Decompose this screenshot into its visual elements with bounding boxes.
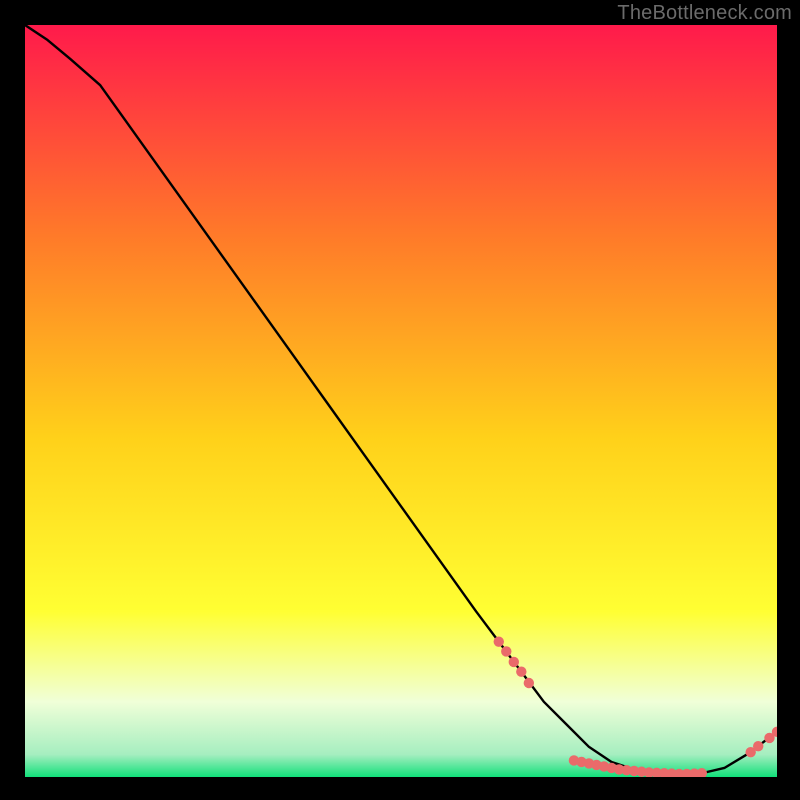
data-marker (524, 678, 534, 688)
data-marker (501, 646, 511, 656)
plot-svg (25, 25, 777, 777)
data-marker (494, 636, 504, 646)
watermark-text: TheBottleneck.com (617, 2, 792, 25)
plot-area (25, 25, 777, 777)
data-marker (509, 657, 519, 667)
data-marker (516, 667, 526, 677)
chart-frame: TheBottleneck.com (0, 0, 800, 800)
data-marker (753, 741, 763, 751)
